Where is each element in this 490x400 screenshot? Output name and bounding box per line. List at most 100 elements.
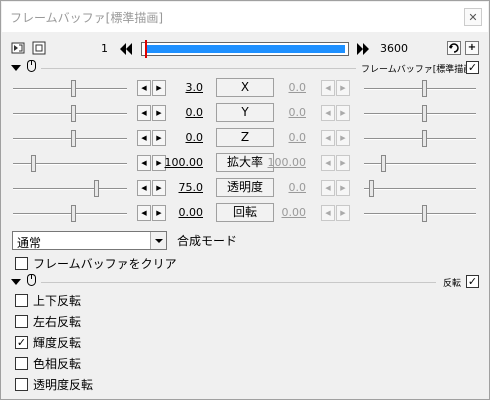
end-slider-thumb[interactable] <box>381 155 386 172</box>
frame-start: 1 <box>101 42 108 55</box>
end-value[interactable]: 0.0 <box>266 106 307 119</box>
timeline-range <box>145 45 345 53</box>
end-value[interactable]: 0.00 <box>266 206 307 219</box>
timeline-cursor[interactable] <box>145 40 147 58</box>
increment-button[interactable]: ▶ <box>336 155 350 171</box>
flip-checkbox[interactable] <box>15 378 28 391</box>
frame-end: 3600 <box>380 42 408 55</box>
flip-label: 輝度反転 <box>33 336 82 350</box>
clear-buffer-label: フレームバッファをクリア <box>33 257 177 271</box>
end-value-stepper: ◀ ▶ <box>321 155 353 171</box>
camera-icon[interactable] <box>32 41 46 55</box>
decrement-button[interactable]: ◀ <box>137 105 151 121</box>
chevron-down-icon[interactable] <box>150 232 166 249</box>
refresh-icon <box>449 43 459 53</box>
start-slider-track[interactable] <box>13 213 127 215</box>
decrement-button[interactable]: ◀ <box>321 105 335 121</box>
title-bar[interactable]: フレームバッファ[標準描画] ✕ <box>2 2 488 32</box>
end-value-stepper: ◀ ▶ <box>321 180 353 196</box>
flip-label: 左右反転 <box>33 315 82 329</box>
start-slider-track[interactable] <box>13 88 127 90</box>
close-button[interactable]: ✕ <box>464 8 482 26</box>
decrement-button[interactable]: ◀ <box>321 180 335 196</box>
increment-button[interactable]: ▶ <box>336 80 350 96</box>
decrement-button[interactable]: ◀ <box>321 155 335 171</box>
increment-button[interactable]: ▶ <box>336 105 350 121</box>
start-value[interactable]: 0.0 <box>163 131 204 144</box>
end-value[interactable]: 100.00 <box>266 156 307 169</box>
flip-checkbox[interactable] <box>15 357 28 370</box>
end-slider-thumb[interactable] <box>422 130 427 147</box>
end-slider-track[interactable] <box>364 188 476 190</box>
end-slider-track[interactable] <box>364 113 476 115</box>
start-value[interactable]: 0.0 <box>163 106 204 119</box>
start-value[interactable]: 0.00 <box>163 206 204 219</box>
collapse-triangle-icon[interactable] <box>11 279 21 285</box>
start-slider-thumb[interactable] <box>71 80 76 97</box>
start-slider-track[interactable] <box>13 113 127 115</box>
blend-mode-value: 通常 <box>17 236 42 250</box>
decrement-button[interactable]: ◀ <box>137 180 151 196</box>
decrement-button[interactable]: ◀ <box>137 205 151 221</box>
seek-forward-icon[interactable] <box>355 41 371 57</box>
decrement-button[interactable]: ◀ <box>321 130 335 146</box>
filter-window: フレームバッファ[標準描画] ✕ 1 3600 + フレームバッファ[標準描画]… <box>0 0 490 400</box>
end-value-stepper: ◀ ▶ <box>321 205 353 221</box>
blend-mode-select[interactable]: 通常 <box>12 231 167 250</box>
end-value-stepper: ◀ ▶ <box>321 130 353 146</box>
decrement-button[interactable]: ◀ <box>321 205 335 221</box>
start-slider-track[interactable] <box>13 138 127 140</box>
close-icon: ✕ <box>468 10 478 24</box>
flip-checkbox[interactable] <box>15 294 28 307</box>
end-value[interactable]: 0.0 <box>266 181 307 194</box>
end-slider-thumb[interactable] <box>369 180 374 197</box>
start-slider-track[interactable] <box>13 188 127 190</box>
section-enable-checkbox[interactable]: ✓ <box>466 61 479 74</box>
start-slider-thumb[interactable] <box>94 180 99 197</box>
end-value-stepper: ◀ ▶ <box>321 105 353 121</box>
end-value[interactable]: 0.0 <box>266 81 307 94</box>
increment-button[interactable]: ▶ <box>336 180 350 196</box>
decrement-button[interactable]: ◀ <box>321 80 335 96</box>
clip-icon[interactable] <box>11 41 25 55</box>
mouse-icon <box>27 274 36 286</box>
check-icon: ✓ <box>467 61 478 74</box>
plus-icon: + <box>467 42 477 53</box>
start-slider-thumb[interactable] <box>71 130 76 147</box>
check-icon: ✓ <box>16 336 27 349</box>
window-title: フレームバッファ[標準描画] <box>10 11 164 25</box>
clear-buffer-checkbox[interactable] <box>15 257 28 270</box>
section-label: フレームバッファ[標準描画] <box>361 65 476 75</box>
check-icon: ✓ <box>467 275 478 288</box>
flip-checkbox[interactable] <box>15 315 28 328</box>
end-slider-track[interactable] <box>364 213 476 215</box>
decrement-button[interactable]: ◀ <box>137 130 151 146</box>
section-label: 反転 <box>443 279 462 289</box>
timeline-seekbar[interactable] <box>141 40 349 58</box>
start-value[interactable]: 75.0 <box>163 181 204 194</box>
seek-back-icon[interactable] <box>118 41 134 57</box>
end-slider-track[interactable] <box>364 138 476 140</box>
flip-checkbox[interactable]: ✓ <box>15 336 28 349</box>
start-slider-thumb[interactable] <box>71 105 76 122</box>
collapse-triangle-icon[interactable] <box>11 65 21 71</box>
section-divider <box>41 68 356 69</box>
start-value[interactable]: 100.00 <box>163 156 204 169</box>
decrement-button[interactable]: ◀ <box>137 155 151 171</box>
end-slider-track[interactable] <box>364 88 476 90</box>
end-slider-thumb[interactable] <box>422 80 427 97</box>
end-value[interactable]: 0.0 <box>266 131 307 144</box>
increment-button[interactable]: ▶ <box>336 205 350 221</box>
start-value[interactable]: 3.0 <box>163 81 204 94</box>
reset-button[interactable] <box>447 41 461 55</box>
start-slider-thumb[interactable] <box>71 205 76 222</box>
blend-mode-label: 合成モード <box>177 234 238 248</box>
decrement-button[interactable]: ◀ <box>137 80 151 96</box>
flip-label: 上下反転 <box>33 294 82 308</box>
end-slider-thumb[interactable] <box>422 105 427 122</box>
end-slider-thumb[interactable] <box>422 205 427 222</box>
start-slider-thumb[interactable] <box>31 155 36 172</box>
section-enable-checkbox[interactable]: ✓ <box>466 275 479 288</box>
increment-button[interactable]: ▶ <box>336 130 350 146</box>
add-button[interactable]: + <box>465 41 479 55</box>
